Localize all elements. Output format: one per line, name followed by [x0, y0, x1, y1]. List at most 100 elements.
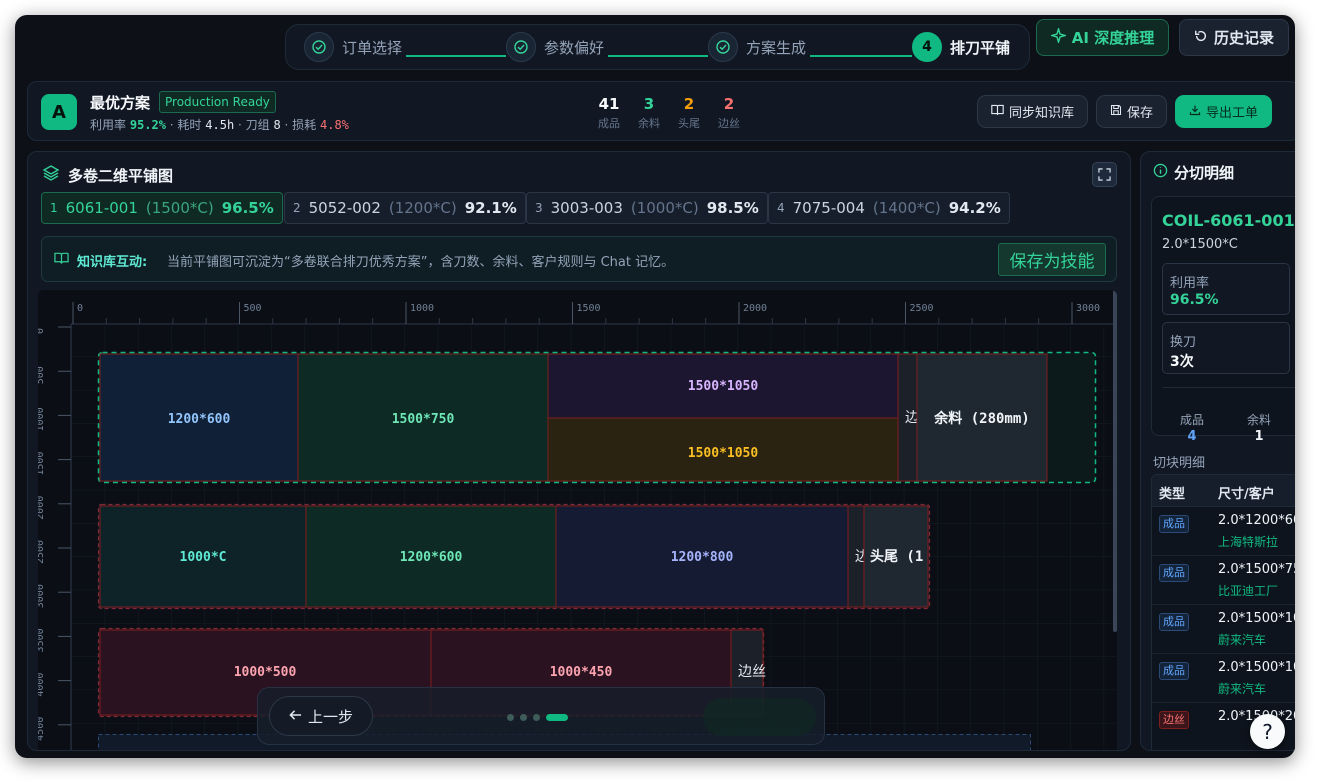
count-products: 成品 4 [1162, 411, 1222, 444]
page-dot[interactable] [507, 714, 514, 721]
coil-tab-3[interactable]: 3 3003-003 (1000*C) 98.5% [526, 192, 768, 224]
type-badge: 成品 [1159, 662, 1189, 680]
plan-summary-bar: A 最优方案 Production Ready 利用率 95.2% · 耗时 4… [27, 81, 1295, 141]
ruler-label: 3000 [38, 584, 46, 608]
metric-utilization: 利用率 96.5% [1162, 263, 1290, 315]
coil-tab-size: (1500*C) [145, 199, 214, 217]
ruler-label: 0 [77, 303, 83, 314]
coil-tab-1[interactable]: 1 6061-001 (1500*C) 96.5% [41, 192, 283, 224]
knives-label: 刀组 [245, 118, 270, 132]
piece-label: 1500*750 [392, 412, 455, 427]
coil-tab-2[interactable]: 2 5052-002 (1200*C) 92.1% [284, 192, 526, 224]
app-window: 订单选择 参数偏好 方案生成 4 排刀平铺 AI 深度推理 历史记录 A 最优方… [15, 15, 1295, 758]
step-connector [810, 55, 912, 57]
divider [1162, 387, 1295, 388]
count-label: 成品 [1179, 413, 1204, 427]
step-knife-layout[interactable]: 4 排刀平铺 [912, 32, 1010, 62]
stat-value: 2 [683, 95, 695, 113]
check-circle-icon [708, 32, 738, 62]
knowledge-text: 当前平铺图可沉淀为“多卷联合排刀优秀方案”，含刀数、余料、客户规则与 Chat … [167, 255, 675, 270]
coil-tab-pct: 98.5% [706, 199, 759, 217]
prev-step-button[interactable]: 上一步 [269, 696, 373, 736]
page-dot-active[interactable] [546, 714, 568, 721]
page-dot[interactable] [533, 714, 540, 721]
layers-icon [42, 164, 60, 186]
time-label: 耗时 [177, 118, 202, 132]
sync-knowledge-button[interactable]: 同步知识库 [977, 95, 1088, 128]
step-order-select[interactable]: 订单选择 [304, 32, 402, 62]
step-param-pref[interactable]: 参数偏好 [506, 32, 604, 62]
table-row[interactable]: 成品 2.0*1500*10 蔚来汽车 [1152, 654, 1295, 703]
coil-size: 2.0*1500*C [1162, 237, 1238, 252]
coil-tab-pct: 92.1% [464, 199, 517, 217]
layout-panel-title: 多卷二维平铺图 [68, 166, 174, 185]
type-badge: 成品 [1159, 564, 1189, 582]
layout-canvas[interactable]: 0 500 1000 1500 2000 2500 3000 0 500 1000 1500 200… [38, 290, 1117, 750]
ruler-label: 2000 [743, 303, 767, 314]
step-plan-gen[interactable]: 方案生成 [708, 32, 806, 62]
sparkle-icon [1049, 26, 1068, 47]
export-label: 导出工单 [1205, 106, 1258, 121]
ruler-label: 4500 [38, 717, 46, 741]
metric-knife-change: 换刀 3次 [1162, 322, 1290, 374]
vertical-scrollbar[interactable] [1113, 290, 1117, 632]
next-step-button[interactable] [703, 698, 816, 736]
ruler-label: 1000 [410, 303, 434, 314]
book-icon [991, 103, 1004, 120]
stat-value: 2 [723, 95, 735, 113]
loss-label: 损耗 [292, 118, 317, 132]
ruler-label: 4000 [38, 673, 46, 697]
status-badge: Production Ready [159, 91, 276, 113]
cell-customer: 上海特斯拉 [1218, 535, 1279, 549]
section-label: 切块明细 [1153, 456, 1206, 471]
save-icon [1110, 104, 1122, 120]
coil-tab-id: 5052-002 [308, 199, 381, 217]
help-button[interactable]: ? [1250, 714, 1285, 749]
table-row[interactable]: 成品 2.0*1200*60 上海特斯拉 [1152, 507, 1295, 556]
info-icon [1153, 163, 1168, 182]
coil-tab-id: 7075-004 [792, 199, 865, 217]
type-badge: 成品 [1159, 515, 1189, 533]
download-icon [1189, 104, 1201, 120]
table-row[interactable]: 成品 2.0*1500*75 比亚迪工厂 [1152, 556, 1295, 605]
layout-panel-header: 多卷二维平铺图 [42, 164, 173, 186]
coil-tab-4[interactable]: 4 7075-004 (1400*C) 94.2% [768, 192, 1010, 224]
stat-value: 41 [598, 95, 620, 113]
step-label: 方案生成 [746, 38, 807, 57]
ruler-label: 0 [38, 328, 46, 334]
ai-reasoning-button[interactable]: AI 深度推理 [1036, 19, 1169, 56]
metric-label: 换刀 [1170, 335, 1197, 350]
coil-id: COIL-6061-001 [1162, 211, 1295, 230]
coil-tab-id: 6061-001 [65, 199, 138, 217]
piece-label: 1000*450 [550, 665, 613, 680]
cell-size: 2.0*1500*10 [1218, 611, 1295, 626]
save-as-skill-button[interactable]: 保存为技能 [998, 243, 1106, 276]
history-button[interactable]: 历史记录 [1179, 19, 1289, 56]
fullscreen-icon[interactable] [1092, 162, 1117, 187]
piece-label: 1500*1050 [688, 379, 759, 394]
coil-tab-size: (1000*C) [630, 199, 699, 217]
coil-tab-index: 3 [535, 201, 543, 215]
metric-label: 利用率 [1170, 276, 1210, 291]
loss-value: 4.8% [320, 118, 349, 132]
coil-tab-index: 1 [50, 201, 58, 215]
stat-value: 3 [643, 95, 655, 113]
stat-label: 头尾 [678, 117, 700, 130]
coil-tab-pct: 94.2% [948, 199, 1001, 217]
save-button[interactable]: 保存 [1096, 95, 1167, 128]
book-open-icon [54, 251, 69, 269]
metric-value: 96.5% [1170, 292, 1219, 308]
time-value: 4.5h [205, 118, 235, 132]
stat-label: 边丝 [718, 117, 740, 130]
piece-label: 边丝 [738, 664, 766, 680]
column-header-type: 类型 [1159, 487, 1186, 502]
coil-tab-index: 4 [777, 201, 785, 215]
plan-avatar: A [41, 94, 77, 130]
table-row[interactable]: 成品 2.0*1500*10 蔚来汽车 [1152, 605, 1295, 654]
export-workorder-button[interactable]: 导出工单 [1175, 95, 1272, 128]
step-connector [406, 55, 506, 57]
page-dot[interactable] [520, 714, 527, 721]
stat-remnants: 3 余料 [629, 95, 669, 131]
coil-tab-pct: 96.5% [221, 199, 274, 217]
count-value: 1 [1254, 429, 1264, 444]
